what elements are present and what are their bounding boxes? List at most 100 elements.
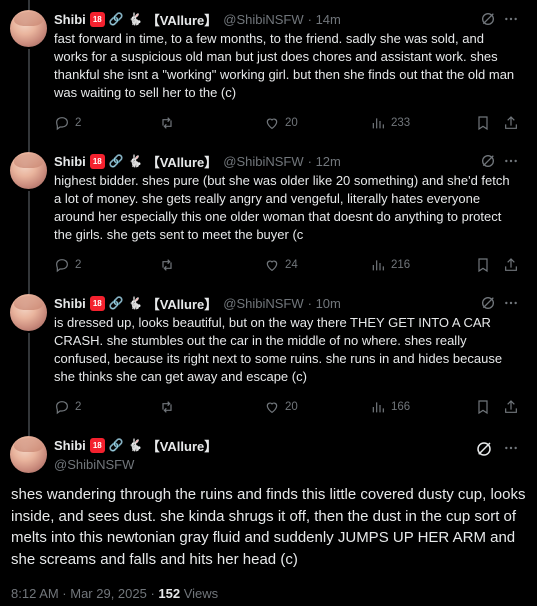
tweet-actions: 2 20 166 xyxy=(54,398,526,416)
analytics-icon xyxy=(372,118,384,129)
tweet-header: Shibi 18 🔗 🐇 【VAllure】 @ShibiNSFW · 12m xyxy=(54,151,341,171)
author-handle[interactable]: @ShibiNSFW xyxy=(223,296,303,311)
thread-tweet[interactable]: Shibi 18 🔗 🐇 【VAllure】 @ShibiNSFW · 12m … xyxy=(0,142,537,284)
like-button[interactable]: 24 xyxy=(264,256,298,274)
tweet-time[interactable]: · 14m xyxy=(308,12,341,27)
author-name[interactable]: Shibi xyxy=(54,154,86,169)
tweet-text: fast forward in time, to a few months, t… xyxy=(54,31,515,100)
author-name[interactable]: Shibi xyxy=(54,296,86,311)
more-icon[interactable] xyxy=(503,153,519,169)
views-count: 152 xyxy=(158,586,181,601)
bookmark-button[interactable] xyxy=(475,398,491,416)
author-handle[interactable]: @ShibiNSFW xyxy=(223,12,303,27)
author-name[interactable]: Shibi xyxy=(54,12,86,27)
views-button[interactable]: 166 xyxy=(370,398,410,416)
views-button[interactable]: 233 xyxy=(370,114,410,132)
like-count: 20 xyxy=(285,117,298,129)
repost-button[interactable] xyxy=(159,256,175,274)
reply-count: 2 xyxy=(75,117,82,129)
like-count: 24 xyxy=(285,259,298,271)
bookmark-button[interactable] xyxy=(475,256,491,274)
views-count: 166 xyxy=(391,401,411,413)
author-brand: 【VAllure】 xyxy=(146,296,218,312)
author-handle[interactable]: @ShibiNSFW xyxy=(223,154,303,169)
author-name[interactable]: Shibi xyxy=(54,438,86,453)
like-button[interactable]: 20 xyxy=(264,114,298,132)
timestamp[interactable]: 8:12 AM · Mar 29, 2025 · xyxy=(11,586,158,601)
author-brand: 【VAllure】 xyxy=(146,12,218,28)
tweet-time[interactable]: · 12m xyxy=(308,154,341,169)
thread-tweet[interactable]: Shibi 18 🔗 🐇 【VAllure】 @ShibiNSFW · 14m … xyxy=(0,0,537,142)
share-icon xyxy=(505,400,517,413)
grok-icon[interactable] xyxy=(475,440,493,458)
repost-icon xyxy=(162,117,172,129)
views-count: 216 xyxy=(391,259,411,271)
link-emoji: 🔗 xyxy=(108,154,124,168)
author-brand: 【VAllure】 xyxy=(146,438,218,454)
analytics-icon xyxy=(372,260,384,271)
rabbit-emoji: 🐇 xyxy=(127,154,143,168)
share-button[interactable] xyxy=(503,398,519,416)
repost-icon xyxy=(162,259,172,271)
like-button[interactable]: 20 xyxy=(264,398,298,416)
share-button[interactable] xyxy=(503,256,519,274)
avatar[interactable] xyxy=(10,294,47,331)
avatar[interactable] xyxy=(10,10,47,47)
link-emoji: 🔗 xyxy=(108,296,124,310)
reply-icon xyxy=(56,401,68,415)
tweet-header: Shibi 18 🔗 🐇 【VAllure】 xyxy=(54,435,217,455)
link-emoji: 🔗 xyxy=(108,438,124,452)
bookmark-icon xyxy=(478,400,488,415)
heart-icon xyxy=(266,118,278,130)
bookmark-button[interactable] xyxy=(475,114,491,132)
avatar[interactable] xyxy=(10,436,47,473)
avatar[interactable] xyxy=(10,152,47,189)
more-icon[interactable] xyxy=(503,295,519,311)
18-emoji: 18 xyxy=(89,11,105,27)
like-count: 20 xyxy=(285,401,298,413)
heart-icon xyxy=(266,402,278,414)
reply-count: 2 xyxy=(75,259,82,271)
grok-icon[interactable] xyxy=(480,295,496,311)
18-emoji: 18 xyxy=(89,153,105,169)
bookmark-icon xyxy=(478,258,488,273)
share-button[interactable] xyxy=(503,114,519,132)
share-icon xyxy=(505,116,517,129)
analytics-icon xyxy=(372,402,384,413)
views-button[interactable]: 216 xyxy=(370,256,410,274)
author-handle-row: @ShibiNSFW xyxy=(54,454,134,474)
link-emoji: 🔗 xyxy=(108,12,124,26)
tweet-text: is dressed up, looks beautiful, but on t… xyxy=(54,315,503,384)
reply-button[interactable]: 2 xyxy=(54,256,81,274)
tweet-actions: 2 20 233 xyxy=(54,114,526,132)
reply-icon xyxy=(56,117,68,131)
reply-icon xyxy=(56,259,68,273)
tweet-text: highest bidder. shes pure (but she was o… xyxy=(54,173,510,242)
18-emoji: 18 xyxy=(89,437,105,453)
rabbit-emoji: 🐇 xyxy=(127,12,143,26)
rabbit-emoji: 🐇 xyxy=(127,438,143,452)
more-icon[interactable] xyxy=(503,440,519,456)
reply-button[interactable]: 2 xyxy=(54,398,81,416)
repost-button[interactable] xyxy=(159,114,175,132)
heart-icon xyxy=(266,260,278,272)
tweet-header: Shibi 18 🔗 🐇 【VAllure】 @ShibiNSFW · 14m xyxy=(54,9,341,29)
author-brand: 【VAllure】 xyxy=(146,154,218,170)
tweet-header: Shibi 18 🔗 🐇 【VAllure】 @ShibiNSFW · 10m xyxy=(54,293,341,313)
rabbit-emoji: 🐇 xyxy=(127,296,143,310)
focused-tweet-text: shes wandering through the ruins and fin… xyxy=(11,486,526,568)
repost-button[interactable] xyxy=(159,398,175,416)
repost-icon xyxy=(162,401,172,413)
views-label: Views xyxy=(180,586,219,601)
author-handle[interactable]: @ShibiNSFW xyxy=(54,457,134,472)
grok-icon[interactable] xyxy=(480,153,496,169)
reply-count: 2 xyxy=(75,401,82,413)
18-emoji: 18 xyxy=(89,295,105,311)
bookmark-icon xyxy=(478,116,488,131)
grok-icon[interactable] xyxy=(480,11,496,27)
more-icon[interactable] xyxy=(503,11,519,27)
reply-button[interactable]: 2 xyxy=(54,114,81,132)
views-count: 233 xyxy=(391,117,411,129)
thread-tweet[interactable]: Shibi 18 🔗 🐇 【VAllure】 @ShibiNSFW · 10m … xyxy=(0,284,537,426)
tweet-time[interactable]: · 10m xyxy=(308,296,341,311)
